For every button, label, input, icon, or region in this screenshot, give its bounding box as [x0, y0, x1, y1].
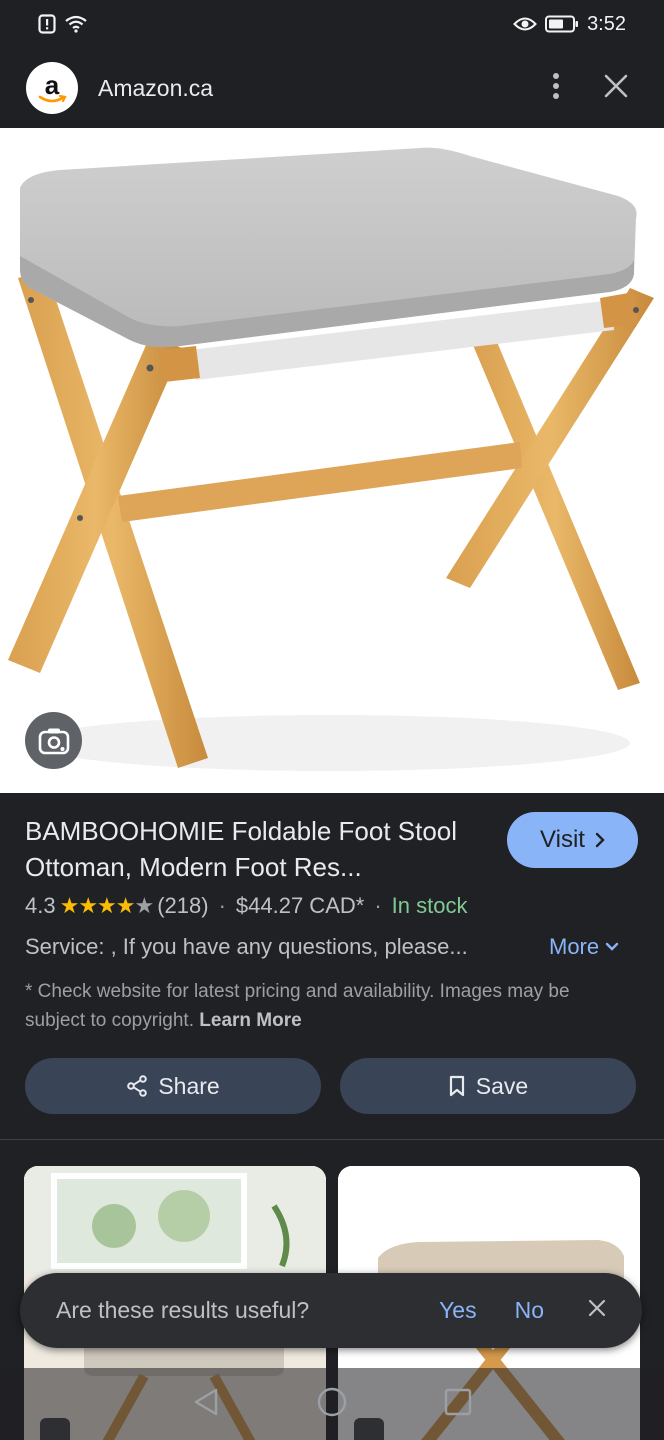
save-button[interactable]: Save	[340, 1058, 636, 1114]
browser-top-bar: a Amazon.ca	[0, 48, 664, 128]
save-button-label: Save	[475, 1072, 529, 1099]
home-icon[interactable]	[316, 1386, 348, 1423]
more-button-label: More	[549, 934, 600, 959]
feedback-question: Are these results useful?	[56, 1297, 310, 1323]
battery-icon	[545, 15, 579, 33]
amazon-logo: a	[26, 62, 78, 114]
visit-button-label: Visit	[540, 826, 585, 853]
review-count: (218)	[157, 893, 209, 918]
learn-more-link[interactable]: Learn More	[199, 1010, 301, 1031]
stock-status: In stock	[391, 893, 468, 918]
product-info-panel: BAMBOOHOMIE Foldable Foot Stool Ottoman,…	[0, 793, 664, 1140]
more-options-icon[interactable]	[552, 72, 560, 105]
status-time: 3:52	[587, 12, 626, 35]
share-button[interactable]: Share	[25, 1058, 321, 1114]
separator-dot: ·	[218, 893, 226, 918]
product-meta: 4.3 ★★★★★ (218) · $44.27 CAD* · In stock	[25, 893, 467, 919]
share-icon	[127, 1075, 148, 1097]
service-text: Service: , If you have any questions, pl…	[25, 934, 468, 959]
share-button-label: Share	[158, 1072, 220, 1099]
wifi-icon	[64, 14, 88, 34]
close-icon[interactable]	[604, 74, 628, 103]
disclaimer: * Check website for latest pricing and a…	[25, 977, 635, 1035]
rating-stars: ★★★★★	[59, 893, 155, 918]
separator-dot: ·	[374, 893, 382, 918]
rating-value: 4.3	[25, 893, 56, 918]
divider	[0, 1139, 664, 1140]
price: $44.27 CAD*	[235, 893, 365, 918]
more-button[interactable]: More	[549, 934, 619, 960]
product-image[interactable]	[0, 128, 664, 793]
system-nav-bar	[0, 1368, 664, 1440]
feedback-yes-button[interactable]: Yes	[439, 1297, 477, 1324]
chevron-right-icon	[595, 832, 605, 848]
alert-icon	[38, 14, 56, 34]
feedback-toast: Are these results useful? Yes No	[20, 1273, 642, 1348]
recents-icon[interactable]	[444, 1388, 472, 1421]
chevron-down-icon	[605, 942, 619, 951]
amazon-smile-icon	[38, 95, 67, 103]
visit-button[interactable]: Visit	[507, 812, 638, 868]
lens-search-button[interactable]	[25, 712, 82, 769]
camera-lens-icon	[38, 728, 69, 754]
foot-stool-illustration	[8, 147, 654, 771]
back-icon[interactable]	[192, 1387, 220, 1422]
product-title[interactable]: BAMBOOHOMIE Foldable Foot Stool Ottoman,…	[25, 813, 495, 885]
screen: 3:52 a Amazon.ca BAMBOOHOMIE Foldable Fo…	[0, 0, 664, 1440]
feedback-no-button[interactable]: No	[515, 1297, 544, 1324]
eye-icon	[513, 15, 537, 33]
dismiss-feedback-icon[interactable]	[588, 1299, 606, 1322]
site-title: Amazon.ca	[98, 74, 214, 101]
bookmark-icon	[449, 1075, 464, 1097]
status-bar: 3:52	[0, 0, 664, 48]
